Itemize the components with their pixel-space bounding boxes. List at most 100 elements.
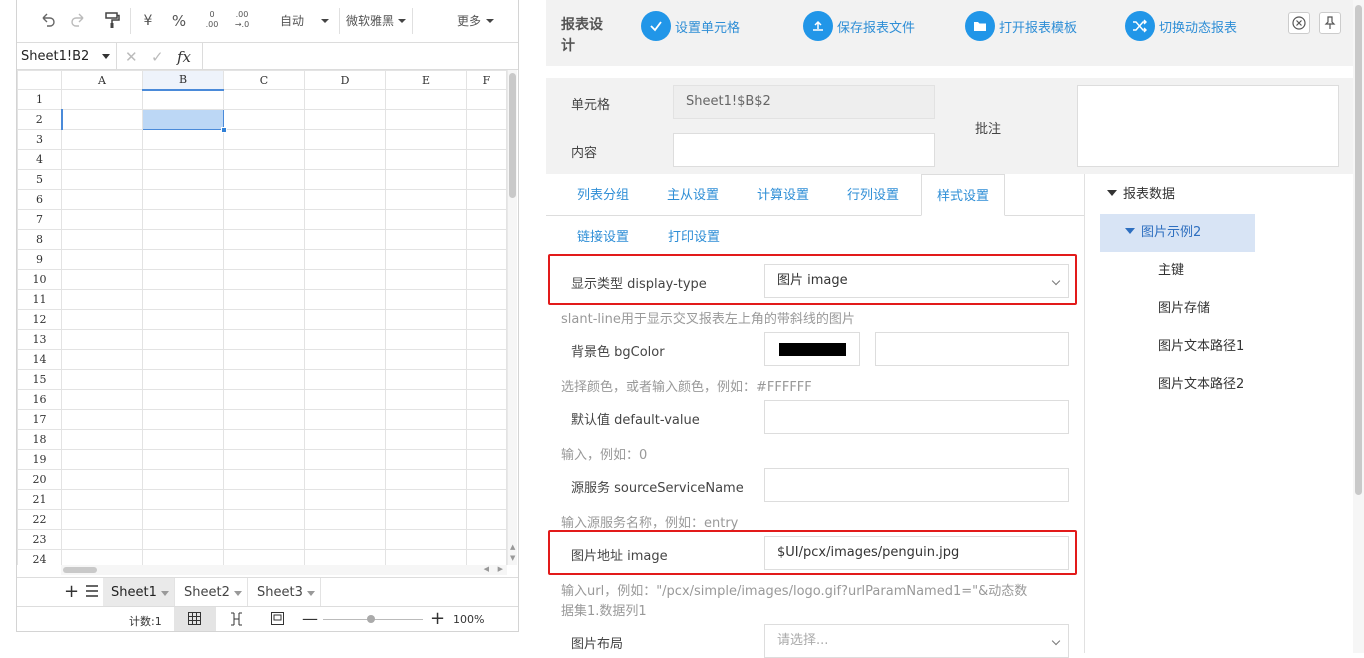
grid-cell[interactable] (385, 209, 467, 230)
grid-cell[interactable] (223, 169, 305, 190)
confirm-icon[interactable]: ✓ (151, 48, 164, 66)
zoom-out-icon[interactable]: — (302, 609, 318, 628)
grid-cell[interactable] (142, 109, 227, 133)
chevron-down-icon[interactable] (161, 591, 169, 596)
grid-cell[interactable] (304, 269, 386, 290)
grid-cell[interactable] (142, 409, 224, 430)
grid-cell[interactable] (304, 469, 386, 490)
chevron-down-icon[interactable] (397, 11, 407, 31)
chevron-down-icon[interactable] (234, 591, 242, 596)
row-header[interactable]: 3 (17, 129, 62, 150)
fill-handle[interactable] (221, 127, 227, 133)
pin-icon[interactable] (1319, 12, 1341, 34)
row-header[interactable]: 4 (17, 149, 62, 170)
row-header[interactable]: 22 (17, 509, 62, 530)
grid-cell[interactable] (304, 309, 386, 330)
grid-cell[interactable] (61, 309, 143, 330)
grid-cell[interactable] (466, 229, 507, 250)
grid-cell[interactable] (385, 549, 467, 565)
column-header[interactable]: E (385, 70, 467, 90)
grid-cell[interactable] (223, 309, 305, 330)
grid-cell[interactable] (304, 369, 386, 390)
grid-cell[interactable] (304, 109, 386, 130)
bgcolor-picker[interactable] (764, 332, 860, 366)
grid-cell[interactable] (385, 169, 467, 190)
grid-cell[interactable] (385, 429, 467, 450)
grid-cell[interactable] (385, 469, 467, 490)
grid-cell[interactable] (61, 229, 143, 250)
grid-cell[interactable] (466, 349, 507, 370)
zoom-slider-handle[interactable] (367, 615, 375, 623)
grid-cell[interactable] (304, 229, 386, 250)
grid-cell[interactable] (61, 169, 143, 190)
column-header[interactable]: A (61, 70, 143, 90)
decrease-decimal-button[interactable]: .00 →.0 (231, 10, 253, 30)
tab-master-detail[interactable]: 主从设置 (652, 174, 734, 215)
row-header[interactable]: 20 (17, 469, 62, 490)
grid-cell[interactable] (61, 489, 143, 510)
grid-cell[interactable] (466, 329, 507, 350)
grid-cell[interactable] (466, 549, 507, 565)
undo-icon[interactable] (39, 11, 57, 31)
grid-cell[interactable] (304, 409, 386, 430)
grid-cell[interactable] (61, 469, 143, 490)
row-header[interactable]: 2 (17, 109, 63, 130)
sheet-tab-2[interactable]: Sheet2 (176, 578, 248, 606)
grid-cell[interactable] (385, 329, 467, 350)
column-header[interactable]: B (142, 70, 224, 91)
grid-cell[interactable] (142, 289, 224, 310)
add-sheet-icon[interactable]: + (64, 582, 79, 602)
grid-cell[interactable] (466, 369, 507, 390)
corner-cell[interactable] (17, 70, 62, 90)
name-box[interactable]: Sheet1!B2 (17, 43, 117, 70)
tree-leaf[interactable]: 图片存储 (1158, 290, 1210, 328)
grid-cell[interactable] (223, 149, 305, 170)
grid-cell[interactable] (223, 269, 305, 290)
sheet-list-icon[interactable] (85, 584, 99, 602)
tree-node-selected[interactable]: 图片示例2 (1100, 214, 1255, 252)
column-header[interactable]: C (223, 70, 305, 90)
grid-cell[interactable] (142, 309, 224, 330)
grid-cell[interactable] (223, 289, 305, 310)
cell-grid[interactable]: A B C D E F 1 2 3 4 5 6 7 8 9 10 11 12 13 14 15 16 17 18 19 20 21 2… (17, 70, 507, 565)
grid-cell[interactable] (304, 389, 386, 410)
grid-cell[interactable] (223, 489, 305, 510)
scrollbar-thumb[interactable] (1355, 5, 1362, 495)
grid-cell[interactable] (142, 349, 224, 370)
grid-cell[interactable] (142, 169, 224, 190)
grid-cell[interactable] (223, 249, 305, 270)
grid-cell[interactable] (223, 429, 305, 450)
grid-cell[interactable] (304, 189, 386, 210)
grid-cell[interactable] (385, 349, 467, 370)
grid-cell[interactable] (223, 229, 305, 250)
grid-cell[interactable] (304, 349, 386, 370)
grid-cell[interactable] (466, 429, 507, 450)
grid-cell[interactable] (142, 509, 224, 530)
row-header[interactable]: 7 (17, 209, 62, 230)
tab-style[interactable]: 样式设置 (921, 174, 1006, 216)
grid-cell[interactable] (142, 229, 224, 250)
grid-cell[interactable] (385, 489, 467, 510)
grid-cell[interactable] (142, 89, 224, 110)
row-header[interactable]: 16 (17, 389, 62, 410)
grid-cell[interactable] (61, 269, 143, 290)
grid-cell[interactable] (223, 529, 305, 550)
close-circle-icon[interactable] (1288, 12, 1310, 34)
grid-cell[interactable] (61, 289, 143, 310)
grid-cell[interactable] (385, 289, 467, 310)
tree-leaf[interactable]: 图片文本路径2 (1158, 366, 1244, 404)
tree-leaf[interactable]: 主键 (1158, 252, 1184, 290)
grid-cell[interactable] (223, 129, 305, 150)
grid-cell[interactable] (304, 289, 386, 310)
grid-cell[interactable] (61, 189, 143, 210)
grid-cell[interactable] (142, 209, 224, 230)
row-header[interactable]: 23 (17, 529, 62, 550)
grid-cell[interactable] (466, 89, 507, 110)
grid-cell[interactable] (223, 329, 305, 350)
scroll-left-icon[interactable]: ◀ (484, 565, 489, 573)
grid-cell[interactable] (466, 189, 507, 210)
set-cell-button[interactable]: 设置单元格 (641, 10, 740, 42)
more-button[interactable]: 更多 (455, 11, 483, 31)
row-header[interactable]: 12 (17, 309, 62, 330)
grid-cell[interactable] (61, 209, 143, 230)
